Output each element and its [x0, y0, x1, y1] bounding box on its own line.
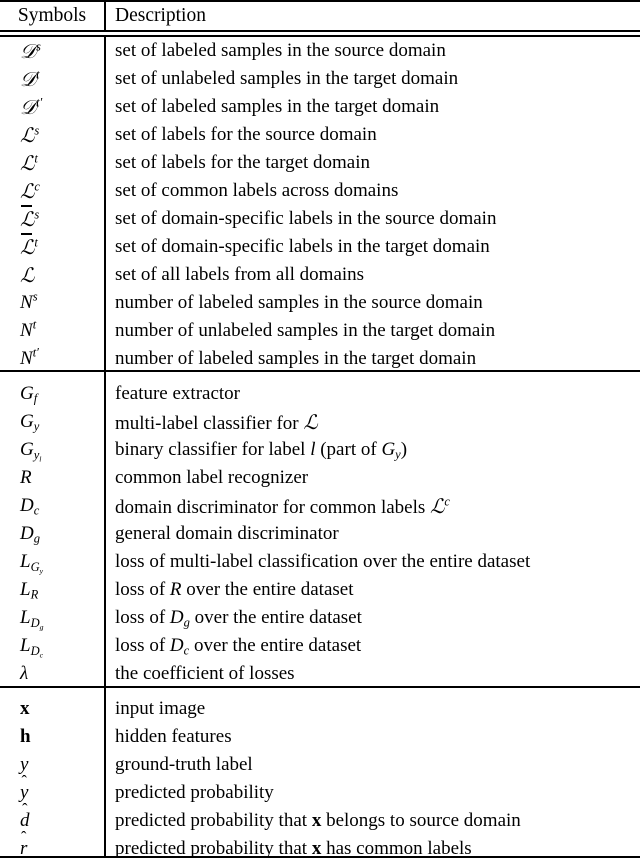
row-symbol: y: [20, 754, 29, 775]
row-symbol: λ: [20, 663, 29, 684]
row-description: set of labeled samples in the target dom…: [115, 96, 440, 117]
row-description: common label recognizer: [115, 467, 309, 488]
table-row: LDc loss of Dc over the entire dataset: [0, 632, 640, 660]
table-row: Dg general domain discriminator: [0, 520, 640, 548]
table-row: Nt′ number of labeled samples in the tar…: [0, 345, 640, 373]
table-row: x input image: [0, 695, 640, 723]
row-symbol: Nt′: [20, 345, 39, 369]
table-row: LGy loss of multi-label classification o…: [0, 548, 640, 576]
row-symbol: ℒ: [20, 263, 35, 287]
table-row: LDg loss of Dg over the entire dataset: [0, 604, 640, 632]
table-row: ℒc set of common labels across domains: [0, 177, 640, 205]
row-description: loss of R over the entire dataset: [115, 579, 354, 600]
row-symbol: ˆd: [20, 801, 30, 831]
row-description: set of common labels across domains: [115, 180, 399, 201]
row-symbol: Gf: [20, 383, 38, 406]
row-symbol: ℒs: [20, 123, 40, 147]
table-body: 𝒟s set of labeled samples in the source …: [0, 37, 640, 863]
row-symbol: ℒs: [20, 205, 40, 231]
row-description: number of labeled samples in the source …: [115, 292, 483, 313]
table-row: R common label recognizer: [0, 464, 640, 492]
row-description: predicted probability that x belongs to …: [115, 810, 521, 831]
row-description: set of domain-specific labels in the sou…: [115, 208, 497, 229]
row-symbol: Gyl: [20, 439, 42, 463]
row-description: ground-truth label: [115, 754, 253, 775]
row-symbol: ˆy: [20, 773, 29, 803]
row-description: number of labeled samples in the target …: [115, 348, 477, 369]
row-description: multi-label classifier for ℒ: [115, 410, 318, 434]
table-row: ˆy predicted probability: [0, 773, 640, 807]
row-symbol: Nt: [20, 317, 37, 341]
row-symbol: R: [20, 467, 32, 488]
row-symbol: LDg: [20, 607, 44, 631]
row-symbol: ℒt: [20, 233, 38, 259]
row-description: binary classifier for label l (part of G…: [115, 439, 408, 462]
row-description: predicted probability: [115, 782, 274, 803]
row-description: loss of Dg over the entire dataset: [115, 607, 362, 630]
row-description: set of labels for the source domain: [115, 124, 377, 145]
table-row: 𝒟t′ set of labeled samples in the target…: [0, 93, 640, 121]
table-row: ℒs set of domain-specific labels in the …: [0, 205, 640, 233]
table-row: Nt number of unlabeled samples in the ta…: [0, 317, 640, 345]
row-description: set of domain-specific labels in the tar…: [115, 236, 490, 257]
row-description: general domain discriminator: [115, 523, 339, 544]
table-row: Gf feature extractor: [0, 380, 640, 408]
table-row: ℒt set of domain-specific labels in the …: [0, 233, 640, 261]
table-row: ℒ set of all labels from all domains: [0, 261, 640, 289]
row-description: predicted probability that x has common …: [115, 838, 472, 859]
table-row: Ns number of labeled samples in the sour…: [0, 289, 640, 317]
header-rule-upper: [0, 30, 640, 32]
row-symbol: h: [20, 726, 31, 747]
row-symbol: Ns: [20, 289, 38, 313]
table-row: λ the coefficient of losses: [0, 660, 640, 688]
row-description: set of unlabeled samples in the target d…: [115, 68, 459, 89]
table-row: Dc domain discriminator for common label…: [0, 492, 640, 520]
table-row: LR loss of R over the entire dataset: [0, 576, 640, 604]
row-description: set of all labels from all domains: [115, 264, 365, 285]
table-row: Gy multi-label classifier for ℒ: [0, 408, 640, 436]
column-header-description: Description: [115, 5, 206, 26]
row-description: loss of Dc over the entire dataset: [115, 635, 362, 658]
row-description: hidden features: [115, 726, 232, 747]
row-symbol: x: [20, 698, 30, 719]
table-row: 𝒟t set of unlabeled samples in the targe…: [0, 65, 640, 93]
column-header-symbols: Symbols: [17, 5, 87, 26]
row-symbol: Dg: [20, 523, 40, 546]
row-symbol: ℒt: [20, 151, 38, 175]
row-symbol: ˆr: [20, 829, 28, 859]
row-description: domain discriminator for common labels ℒ…: [115, 494, 450, 518]
table-row: Gyl binary classifier for label l (part …: [0, 436, 640, 464]
table-row: ˆd predicted probability that x belongs …: [0, 801, 640, 835]
row-symbol: Dc: [20, 495, 40, 518]
row-description: input image: [115, 698, 206, 719]
row-description: number of unlabeled samples in the targe…: [115, 320, 496, 341]
row-description: loss of multi-label classification over …: [115, 551, 531, 572]
row-symbol: LR: [20, 579, 39, 602]
row-symbol: LDc: [20, 635, 44, 659]
row-symbol: ℒc: [20, 179, 40, 203]
table-row: ℒt set of labels for the target domain: [0, 149, 640, 177]
row-symbol: 𝒟t′: [20, 95, 43, 119]
row-description: the coefficient of losses: [115, 663, 295, 684]
row-description: set of labeled samples in the source dom…: [115, 40, 446, 61]
table-row: ˆr predicted probability that x has comm…: [0, 829, 640, 863]
row-symbol: 𝒟s: [20, 39, 41, 63]
row-symbol: LGy: [20, 551, 44, 575]
table-row: 𝒟s set of labeled samples in the source …: [0, 37, 640, 65]
row-description: set of labels for the target domain: [115, 152, 371, 173]
table-row: h hidden features: [0, 723, 640, 751]
table-row: ℒs set of labels for the source domain: [0, 121, 640, 149]
table-row: y ground-truth label: [0, 751, 640, 779]
row-symbol: 𝒟t: [20, 67, 40, 91]
row-description: feature extractor: [115, 383, 240, 404]
notation-table: Symbols Description 𝒟s set of labeled sa…: [0, 0, 640, 860]
row-symbol: Gy: [20, 411, 40, 434]
table-header-row: Symbols Description: [0, 2, 640, 30]
